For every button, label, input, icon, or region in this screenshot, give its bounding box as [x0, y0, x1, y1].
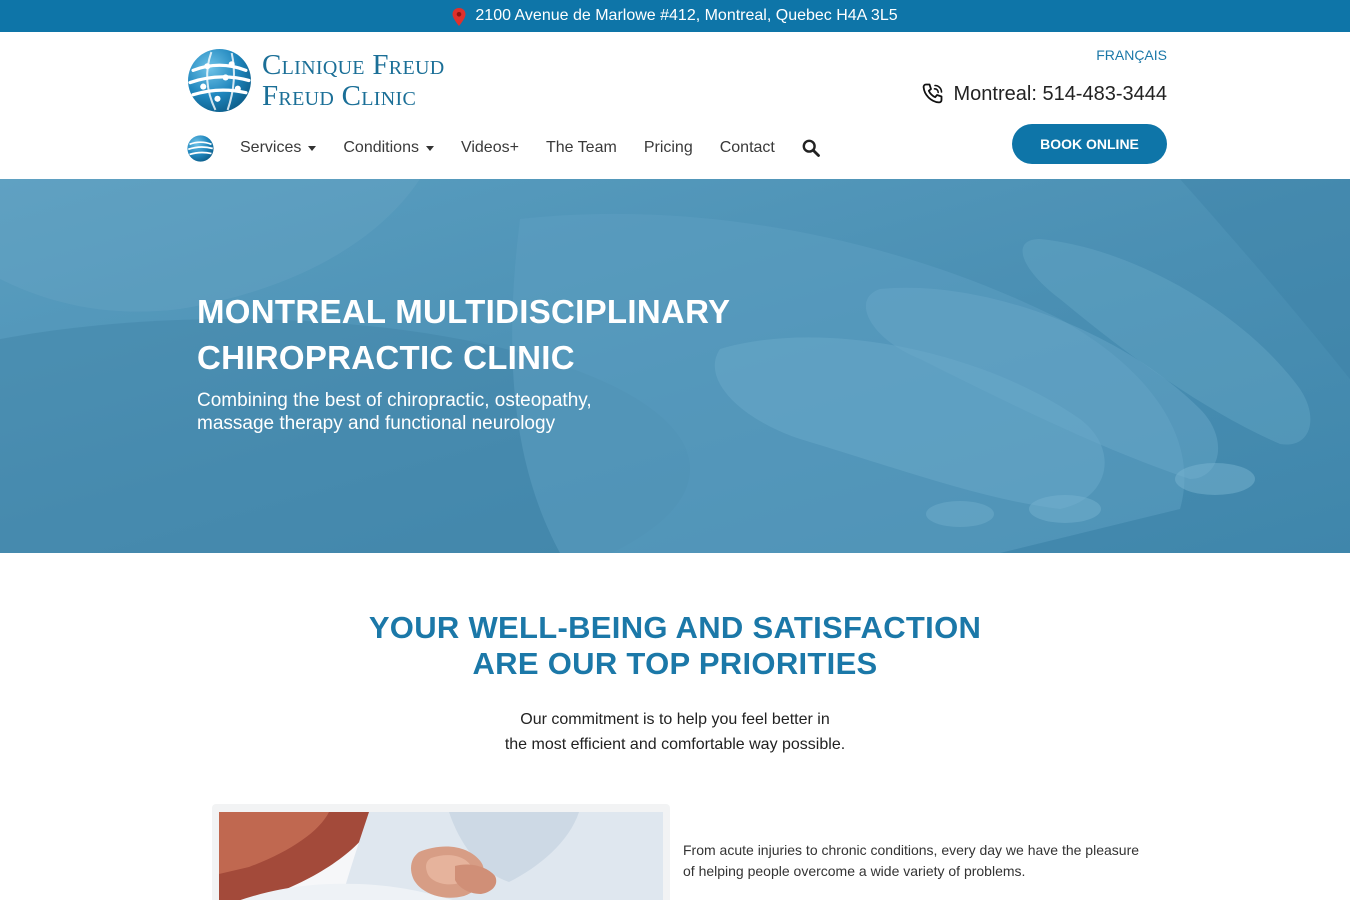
map-pin-icon [452, 8, 466, 26]
nav-team[interactable]: The Team [546, 139, 617, 157]
hero-title-line-2: CHIROPRACTIC CLINIC [197, 339, 575, 376]
logo-line-french: Clinique Freud [262, 48, 445, 81]
caret-down-icon [308, 145, 317, 151]
nav-conditions[interactable]: Conditions [343, 139, 434, 157]
nav-contact[interactable]: Contact [720, 139, 775, 157]
logo-text: Clinique Freud Freud Clinic [262, 48, 445, 112]
nav-services-label: Services [240, 139, 302, 156]
nav-pricing[interactable]: Pricing [644, 139, 693, 157]
priorities-text: Our commitment is to help you feel bette… [0, 707, 1350, 757]
priorities-heading: YOUR WELL-BEING AND SATISFACTION ARE OUR… [0, 610, 1350, 682]
globe-logo-icon [188, 49, 251, 112]
priorities-heading-line-1: YOUR WELL-BEING AND SATISFACTION [368, 610, 982, 645]
hero-banner: MONTREAL MULTIDISCIPLINARY CHIROPRACTIC … [0, 179, 1350, 553]
address-bar: 2100 Avenue de Marlowe #412, Montreal, Q… [0, 0, 1350, 32]
treatment-photo [219, 812, 663, 900]
priorities-text-line-2: the most efficient and comfortable way p… [504, 736, 846, 753]
nav-conditions-label: Conditions [343, 139, 419, 156]
nav-videos[interactable]: Videos+ [461, 139, 519, 157]
hero-subtitle: Combining the best of chiropractic, oste… [197, 389, 667, 435]
intro-text-line-1: From acute injuries to chronic condition… [683, 842, 1140, 858]
logo-line-english: Freud Clinic [262, 79, 417, 112]
site-header: Clinique Freud Freud Clinic FRANÇAIS Mon… [0, 32, 1350, 179]
priorities-section: YOUR WELL-BEING AND SATISFACTION ARE OUR… [0, 610, 1350, 757]
hero-title: MONTREAL MULTIDISCIPLINARY CHIROPRACTIC … [197, 289, 817, 381]
phone-link[interactable]: Montreal: 514-483-3444 [921, 82, 1167, 106]
book-online-button[interactable]: BOOK ONLINE [1012, 124, 1167, 164]
priorities-heading-line-2: ARE OUR TOP PRIORITIES [472, 646, 878, 681]
hero-title-line-1: MONTREAL MULTIDISCIPLINARY [197, 293, 731, 330]
phone-icon [922, 83, 942, 104]
caret-down-icon [425, 145, 434, 151]
search-icon[interactable] [802, 139, 820, 157]
clinic-logo[interactable]: Clinique Freud Freud Clinic [187, 48, 444, 113]
priorities-text-line-1: Our commitment is to help you feel bette… [520, 711, 830, 728]
nav-services[interactable]: Services [240, 139, 317, 157]
hero-subtitle-line-2: massage therapy and functional neurology [197, 413, 556, 434]
home-globe-icon[interactable] [187, 134, 214, 162]
main-nav: Services Conditions Videos+ The Team Pri… [187, 132, 820, 164]
language-switch-link[interactable]: FRANÇAIS [1096, 47, 1167, 63]
address-link[interactable]: 2100 Avenue de Marlowe #412, Montreal, Q… [475, 7, 897, 25]
phone-number: Montreal: 514-483-3444 [953, 82, 1167, 105]
intro-text-line-2: of helping people overcome a wide variet… [683, 863, 1026, 879]
treatment-photo-card [212, 804, 670, 900]
hero-subtitle-line-1: Combining the best of chiropractic, oste… [197, 390, 592, 411]
intro-text: From acute injuries to chronic condition… [683, 840, 1153, 882]
